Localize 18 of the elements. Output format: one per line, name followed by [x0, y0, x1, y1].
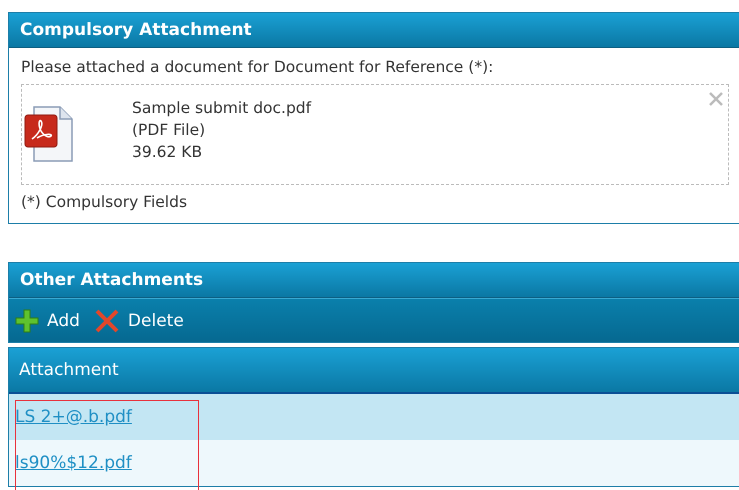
panel-title: Other Attachments [9, 263, 739, 298]
add-button[interactable]: Add [15, 308, 80, 332]
attachment-row[interactable]: ls90%$12.pdf [9, 440, 739, 486]
close-icon[interactable] [708, 91, 724, 107]
cross-icon [94, 308, 120, 334]
pdf-file-icon [24, 105, 76, 163]
column-header: Attachment [9, 348, 739, 394]
footnote-text: (*) Compulsory Fields [21, 192, 188, 213]
panel-title: Compulsory Attachment [9, 13, 739, 48]
file-size: 39.62 KB [132, 142, 204, 163]
file-name: Sample submit doc.pdf [132, 98, 312, 119]
delete-button[interactable]: Delete [94, 308, 184, 334]
file-link[interactable]: LS 2+@.b.pdf [15, 407, 132, 427]
file-type: (PDF File) [132, 120, 206, 141]
prompt-text: Please attached a document for Document for Reference (*): [21, 57, 494, 78]
attachment-row[interactable]: LS 2+@.b.pdf [9, 394, 739, 440]
plus-icon [15, 308, 39, 332]
file-link[interactable]: ls90%$12.pdf [15, 453, 132, 473]
